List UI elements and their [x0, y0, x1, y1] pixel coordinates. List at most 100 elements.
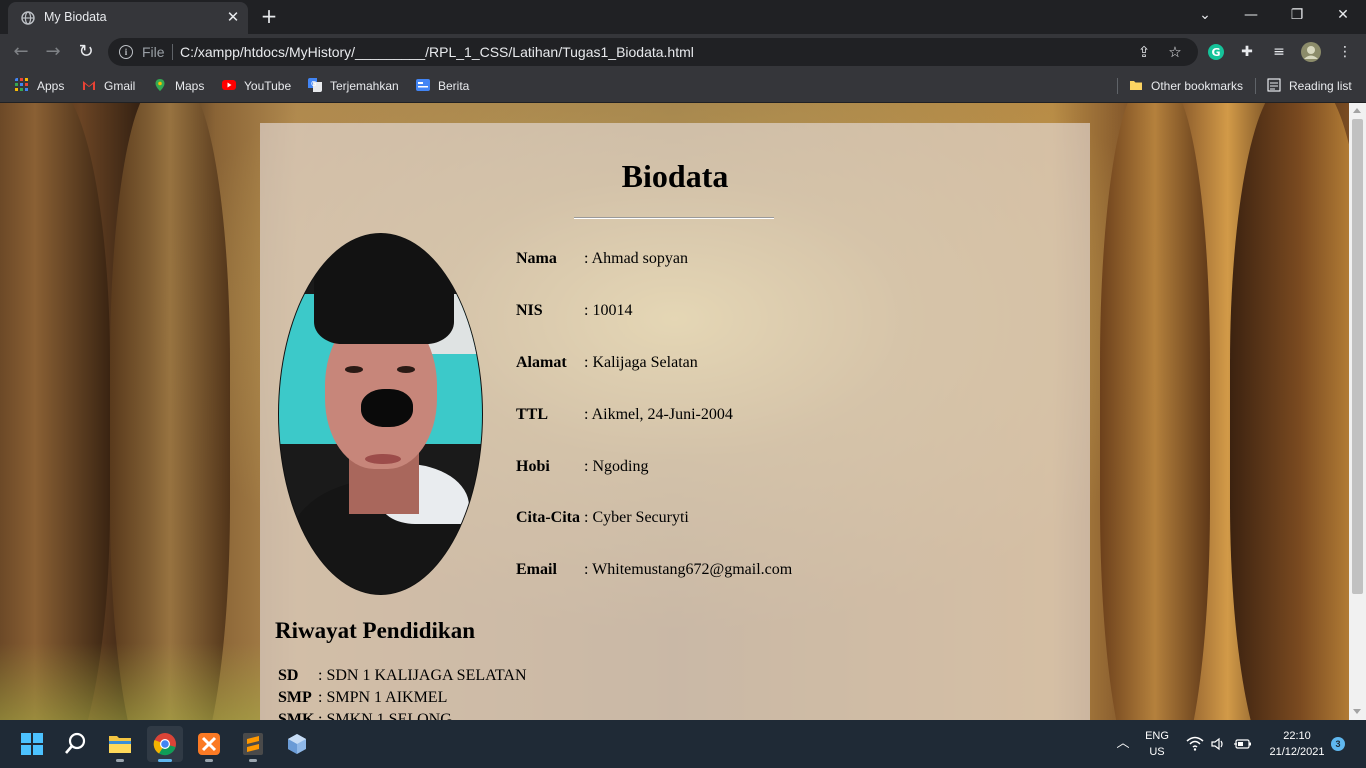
- windows-logo-icon: [21, 733, 43, 755]
- close-tab-icon[interactable]: ✕: [224, 8, 242, 26]
- bookmark-label: Reading list: [1289, 79, 1352, 93]
- page-title: Biodata: [621, 158, 729, 194]
- wifi-icon[interactable]: [1186, 736, 1204, 752]
- folder-icon: [109, 736, 131, 753]
- search-button[interactable]: [58, 726, 94, 762]
- share-icon[interactable]: ⇪: [1135, 43, 1153, 61]
- reading-list-icon: [1267, 78, 1281, 92]
- close-window-button[interactable]: ✕: [1320, 0, 1366, 32]
- minimize-button[interactable]: —: [1228, 0, 1274, 32]
- scroll-up-arrow-icon[interactable]: [1353, 108, 1361, 113]
- svg-text:G: G: [311, 80, 316, 88]
- bookmark-gmail[interactable]: Gmail: [82, 77, 135, 95]
- tab-strip: My Biodata ✕ + ⌄ — ❐ ✕: [0, 0, 1366, 34]
- bookmark-berita[interactable]: Berita: [416, 77, 469, 95]
- input-language[interactable]: ENG: [1140, 730, 1174, 742]
- youtube-icon: [222, 80, 236, 90]
- field-value: : Cyber Securyti: [584, 509, 689, 526]
- address-separator: [172, 44, 173, 60]
- bookmark-label: Maps: [175, 79, 205, 93]
- profile-avatar[interactable]: [1300, 41, 1322, 63]
- background-tree: [1230, 103, 1349, 720]
- volume-icon[interactable]: [1210, 736, 1226, 752]
- bookmark-youtube[interactable]: YouTube: [222, 77, 291, 95]
- background-tree: [110, 103, 230, 720]
- reading-list-button[interactable]: Reading list: [1267, 77, 1352, 95]
- reload-button[interactable]: ↻: [75, 41, 97, 63]
- gmail-icon: [83, 81, 95, 90]
- bookmarks-separator: [1255, 78, 1256, 94]
- title-divider: [574, 217, 774, 219]
- media-control-icon[interactable]: ≡: [1268, 41, 1290, 63]
- clock-date[interactable]: 21/12/2021: [1262, 746, 1332, 758]
- sublime-text-button[interactable]: [235, 726, 271, 762]
- chrome-icon: [153, 733, 176, 756]
- bookmark-label: Berita: [438, 79, 470, 93]
- bookmark-label: Terjemahkan: [330, 79, 399, 93]
- back-button[interactable]: ←: [10, 41, 32, 63]
- start-button[interactable]: [14, 726, 50, 762]
- cube-icon: [288, 734, 306, 754]
- news-icon: [416, 79, 430, 91]
- field-value: : Kalijaga Selatan: [584, 354, 698, 371]
- bookmark-maps[interactable]: Maps: [153, 77, 204, 95]
- field-value: : Whitemustang672@gmail.com: [584, 561, 793, 578]
- education-label: SMP: [278, 689, 312, 706]
- url-text[interactable]: C:/xampp/htdocs/MyHistory/_________/RPL_…: [180, 44, 694, 60]
- page-scrollbar[interactable]: [1349, 103, 1366, 720]
- virtualbox-button[interactable]: [279, 726, 315, 762]
- biodata-card: Biodata Nama : Ahmad sopyan NIS : 10014 …: [260, 123, 1090, 720]
- scroll-thumb[interactable]: [1352, 119, 1363, 594]
- education-value: : SDN 1 KALIJAGA SELATAN: [318, 667, 527, 684]
- forward-button[interactable]: →: [42, 41, 64, 63]
- info-icon[interactable]: i: [119, 45, 133, 59]
- scroll-down-arrow-icon[interactable]: [1353, 709, 1361, 714]
- restore-button[interactable]: ❐: [1274, 0, 1320, 32]
- bookmarks-bar: Apps Gmail Maps YouTube G Terjemahkan Ber…: [0, 70, 1366, 103]
- new-tab-button[interactable]: +: [258, 6, 280, 28]
- battery-icon[interactable]: [1234, 737, 1252, 751]
- file-explorer-button[interactable]: [102, 726, 138, 762]
- folder-icon: [1130, 81, 1142, 90]
- address-bar[interactable]: i File C:/xampp/htdocs/MyHistory/_______…: [108, 38, 1198, 66]
- tab-title: My Biodata: [44, 10, 107, 24]
- xampp-icon: [198, 733, 220, 755]
- bookmark-label: Gmail: [104, 79, 136, 93]
- grammarly-icon[interactable]: G: [1205, 41, 1227, 63]
- page-viewport: Biodata Nama : Ahmad sopyan NIS : 10014 …: [0, 103, 1349, 720]
- field-value: : Ngoding: [584, 458, 649, 475]
- chrome-taskbar-button[interactable]: [147, 726, 183, 762]
- bookmark-apps[interactable]: Apps: [15, 77, 64, 95]
- star-icon[interactable]: ☆: [1166, 43, 1184, 61]
- bookmark-terjemahkan[interactable]: G Terjemahkan: [308, 77, 399, 95]
- clock-time[interactable]: 22:10: [1262, 730, 1332, 742]
- other-bookmarks-folder[interactable]: Other bookmarks: [1129, 77, 1243, 95]
- input-region[interactable]: US: [1140, 746, 1174, 758]
- field-label: Email: [516, 561, 557, 578]
- education-label: SMK: [278, 711, 315, 720]
- menu-kebab-icon[interactable]: ⋮: [1334, 41, 1356, 63]
- browser-toolbar: ← → ↻ i File C:/xampp/htdocs/MyHistory/_…: [0, 34, 1366, 70]
- show-hidden-icons-chevron-icon[interactable]: ︿: [1113, 734, 1133, 754]
- sublime-text-icon: [243, 733, 263, 755]
- extensions-icon[interactable]: ✚: [1236, 41, 1258, 63]
- tab-search-chevron-icon[interactable]: ⌄: [1182, 0, 1228, 32]
- education-label: SD: [278, 667, 299, 684]
- field-value: : Ahmad sopyan: [584, 250, 688, 267]
- apps-grid-icon: [15, 78, 28, 91]
- education-value: : SMPN 1 AIKMEL: [318, 689, 448, 706]
- translate-icon: G: [308, 78, 322, 92]
- tab-my-biodata[interactable]: My Biodata ✕: [8, 2, 248, 34]
- field-label: Cita-Cita: [516, 509, 580, 526]
- xampp-button[interactable]: [191, 726, 227, 762]
- background-grass: [0, 643, 260, 720]
- field-label: Alamat: [516, 354, 567, 371]
- globe-icon: [21, 11, 35, 25]
- notification-badge[interactable]: 3: [1331, 737, 1345, 751]
- field-label: Hobi: [516, 458, 550, 475]
- bookmark-label: YouTube: [244, 79, 292, 93]
- field-label: Nama: [516, 250, 557, 267]
- profile-photo: [278, 233, 483, 595]
- file-label: File: [142, 44, 165, 60]
- education-value: : SMKN 1 SELONG: [318, 711, 452, 720]
